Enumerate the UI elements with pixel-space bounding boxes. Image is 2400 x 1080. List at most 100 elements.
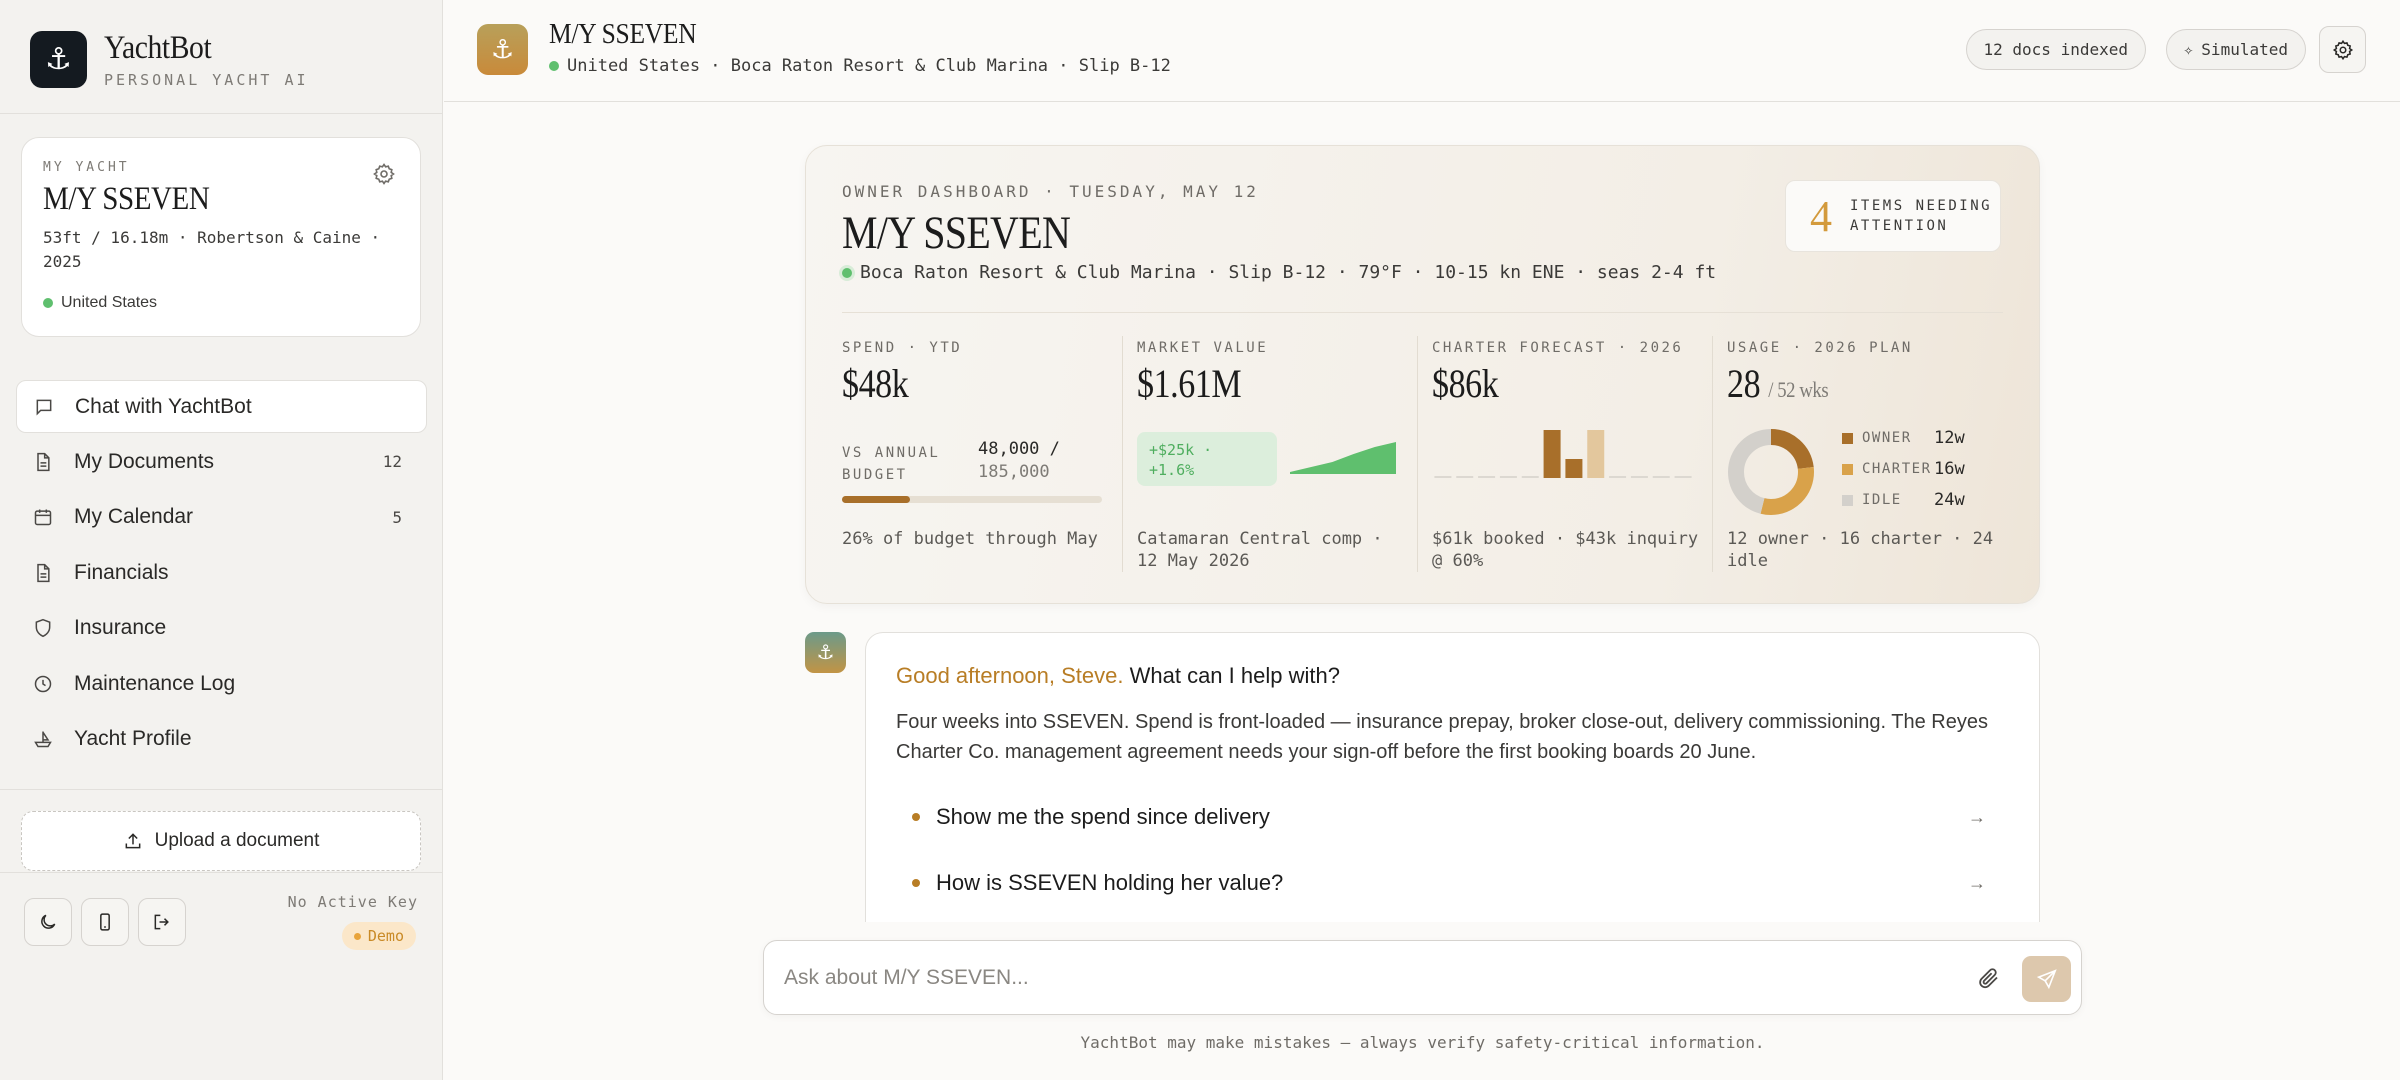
message-body: Four weeks into SSEVEN. Spend is front-l…: [896, 711, 1988, 763]
sidebar-item-label: Maintenance Log: [74, 671, 236, 695]
budget-progress-fill: [842, 496, 910, 503]
market-value-sparkline: [1290, 442, 1396, 474]
dashboard-conditions: Boca Raton Resort & Club Marina · Slip B…: [842, 262, 1716, 283]
mobile-view-button[interactable]: [81, 898, 129, 946]
divider: [842, 312, 2003, 313]
sidebar-item-count: 12: [382, 452, 402, 471]
usage-donut-chart: [1728, 429, 1814, 515]
docs-indexed-label: 12 docs indexed: [1983, 40, 2129, 59]
legend-item-charter: CHARTER: [1842, 461, 1932, 477]
arrow-right-icon: →: [1968, 872, 1986, 893]
attention-items-button[interactable]: 4 ITEMS NEEDING ATTENTION: [1785, 180, 2001, 252]
legend-swatch: [1842, 432, 1853, 444]
paperclip-icon[interactable]: [1977, 966, 2001, 995]
brand-tagline: PERSONAL YACHT AI: [104, 71, 309, 89]
divider: [1122, 336, 1123, 572]
chat-input[interactable]: [784, 959, 1934, 997]
upload-icon: [125, 833, 141, 849]
legend-item-owner: OWNER: [1842, 430, 1912, 446]
sidebar-item-label: Insurance: [74, 616, 167, 639]
suggestion-text: Show me the spend since delivery: [936, 804, 1270, 829]
send-button[interactable]: [2022, 956, 2071, 1002]
divider: [1417, 336, 1418, 572]
sidebar-item-label: Financials: [74, 560, 169, 584]
gear-icon[interactable]: [372, 162, 396, 186]
ship-icon: [32, 728, 54, 750]
legend-value: 16w: [1934, 459, 1965, 479]
simulated-mode-label: Simulated: [2201, 40, 2288, 59]
legend-item-idle: IDLE: [1842, 492, 1902, 508]
greeting-text: What can I help with?: [1123, 663, 1340, 688]
sidebar-item-documents[interactable]: My Documents 12: [16, 435, 427, 489]
budget-value: 48,000 / 185,000: [978, 438, 1060, 484]
usage-footer-line: idle: [1727, 551, 1768, 571]
status-dot-icon: [549, 61, 559, 71]
yacht-card: MY YACHT M/Y SSEVEN 53ft / 16.18m · Robe…: [21, 137, 421, 337]
charter-footer-line: @ 60%: [1432, 551, 1484, 571]
sidebar-item-maintenance[interactable]: Maintenance Log: [16, 657, 427, 711]
anchor-icon: ⚓: [477, 24, 528, 75]
owner-dashboard-card: OWNER DASHBOARD · TUESDAY, MAY 12 M/Y SS…: [805, 145, 2040, 604]
budget-total: 185,000: [978, 462, 1050, 482]
upload-document-button[interactable]: Upload a document: [21, 811, 421, 871]
attention-label: ATTENTION: [1850, 218, 1949, 234]
status-dot-icon: [353, 932, 361, 940]
dark-mode-button[interactable]: [24, 898, 72, 946]
budget-used: 48,000 /: [978, 439, 1060, 459]
market-value: $1.61M: [1137, 361, 1242, 406]
anchor-icon: ⚓: [30, 31, 87, 88]
legend-swatch: [1842, 463, 1853, 475]
page-title: M/Y SSEVEN: [549, 18, 697, 50]
sidebar-item-chat[interactable]: Chat with YachtBot: [16, 380, 427, 433]
settings-button[interactable]: [2319, 26, 2366, 73]
dashboard-yacht-name: M/Y SSEVEN: [842, 207, 1071, 259]
yacht-card-label: MY YACHT: [43, 160, 130, 175]
document-icon: [32, 562, 54, 584]
yacht-card-name: M/Y SSEVEN: [43, 181, 210, 217]
charter-bar: [1609, 476, 1627, 478]
usage-footer-line: 12 owner · 16 charter · 24: [1727, 529, 1994, 549]
simulated-mode-badge[interactable]: ✧ Simulated: [2165, 29, 2306, 70]
charter-bar: [1456, 476, 1474, 478]
chat-icon: [33, 396, 55, 418]
suggestion-text: How is SSEVEN holding her value?: [936, 870, 1284, 895]
divider: [0, 872, 443, 873]
legend-label: CHARTER: [1862, 461, 1932, 477]
market-footer-line: Catamaran Central comp ·: [1137, 529, 1383, 549]
sidebar-item-yacht-profile[interactable]: Yacht Profile: [16, 712, 427, 766]
charter-forecast-value: $86k: [1432, 361, 1499, 406]
suggestion-item[interactable]: How is SSEVEN holding her value? →: [896, 853, 2006, 913]
sidebar-nav: Chat with YachtBot My Documents 12 My Ca…: [16, 380, 427, 768]
suggestion-item[interactable]: Show me the spend since delivery →: [896, 787, 2006, 847]
brand-name: YachtBot: [104, 30, 212, 66]
usage-weeks: 28: [1727, 361, 1761, 406]
budget-progress-bar: [842, 496, 1102, 503]
divider: [1712, 336, 1713, 572]
sidebar-item-label: My Documents: [74, 449, 215, 473]
charter-bar: [1499, 476, 1517, 478]
spend-value: $48k: [842, 361, 909, 406]
legend-label: IDLE: [1862, 492, 1902, 508]
logout-icon: [154, 914, 169, 930]
status-dot-icon: [43, 298, 53, 308]
logout-button[interactable]: [138, 898, 186, 946]
phone-icon: [100, 913, 110, 931]
arrow-right-icon: →: [1968, 806, 1986, 827]
charter-bar: [1478, 476, 1496, 478]
sidebar-item-insurance[interactable]: Insurance: [16, 601, 427, 655]
moon-icon: [41, 914, 56, 929]
budget-label: VS ANNUAL BUDGET: [842, 442, 940, 486]
brand[interactable]: ⚓ YachtBot PERSONAL YACHT AI: [30, 30, 309, 89]
market-delta-amount: +$25k ·: [1149, 441, 1213, 459]
upload-label: Upload a document: [154, 830, 320, 851]
sidebar-item-calendar[interactable]: My Calendar 5: [16, 490, 427, 544]
clock-icon: [32, 673, 54, 695]
sidebar-item-financials[interactable]: Financials: [16, 546, 427, 600]
api-key-status: No Active Key: [287, 893, 418, 911]
disclaimer: YachtBot may make mistakes — always veri…: [1080, 1033, 1765, 1052]
charter-bar: [1630, 476, 1648, 478]
calendar-icon: [32, 506, 54, 528]
charter-bar: [1434, 476, 1452, 478]
attention-count: 4: [1810, 191, 1832, 241]
docs-indexed-badge[interactable]: 12 docs indexed: [1965, 29, 2146, 70]
